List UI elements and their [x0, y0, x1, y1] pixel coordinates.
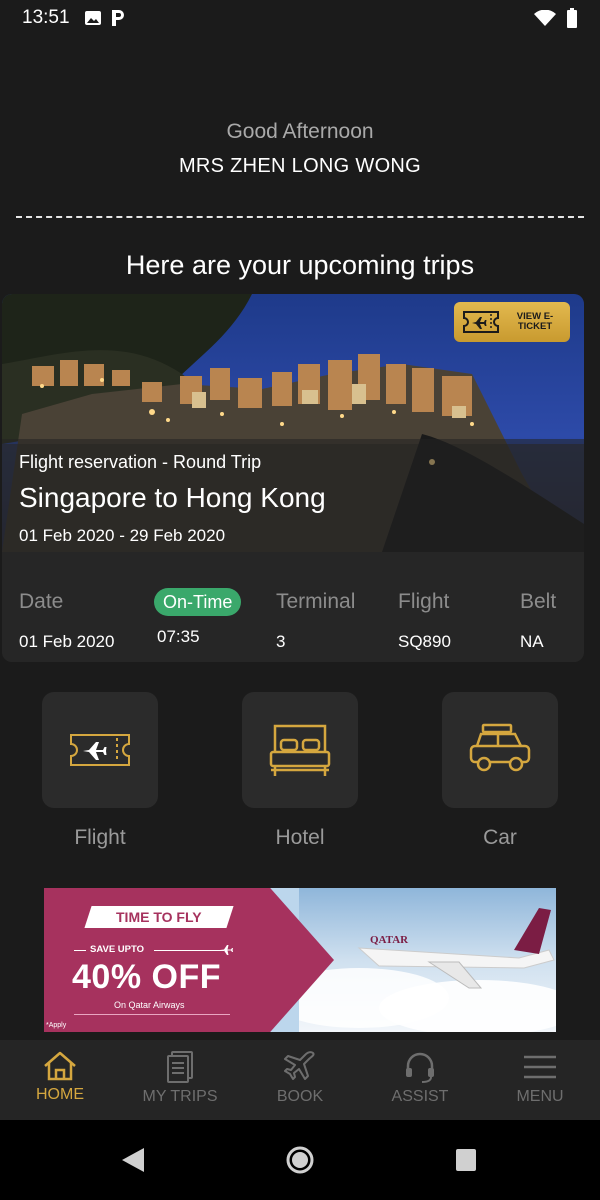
- belt-label: Belt: [520, 590, 557, 613]
- back-icon[interactable]: [120, 1146, 146, 1174]
- nav-assist[interactable]: ASSIST: [360, 1040, 480, 1120]
- nav-menu-label: MENU: [516, 1088, 564, 1105]
- status-bar: 13:51: [0, 0, 600, 36]
- promo-tag: TIME TO FLY: [84, 906, 234, 928]
- image-icon: [84, 11, 101, 25]
- status-time: 13:51: [22, 7, 70, 28]
- system-nav-bar: [0, 1120, 600, 1200]
- view-eticket-label: VIEW E-TICKET: [516, 311, 554, 332]
- nav-home[interactable]: HOME: [0, 1040, 120, 1120]
- bottom-nav: HOME MY TRIPS BOOK ASSIST MENU: [0, 1040, 600, 1120]
- trip-type: Flight reservation - Round Trip: [19, 452, 262, 472]
- view-eticket-button[interactable]: VIEW E-TICKET: [454, 302, 570, 342]
- headset-icon: [406, 1052, 434, 1083]
- nav-my-trips-label: MY TRIPS: [142, 1088, 218, 1105]
- parking-icon: [111, 10, 124, 26]
- car-icon: [469, 723, 531, 772]
- bed-icon: [269, 724, 331, 776]
- service-car-label: Car: [483, 826, 517, 849]
- promo-apply: *Apply: [46, 1022, 67, 1029]
- trip-card[interactable]: Flight reservation - Round Trip Singapor…: [2, 294, 584, 662]
- service-hotel-tile[interactable]: [242, 692, 358, 808]
- service-car[interactable]: Car: [442, 692, 558, 850]
- documents-icon: [167, 1051, 193, 1083]
- promo-line: [74, 1014, 230, 1015]
- date-value: 01 Feb 2020: [19, 632, 115, 651]
- plane-icon: [284, 1051, 315, 1080]
- service-flight-label: Flight: [74, 826, 126, 849]
- terminal-value: 3: [276, 632, 286, 651]
- trip-hero-image: Flight reservation - Round Trip Singapor…: [2, 294, 584, 552]
- terminal-label: Terminal: [276, 590, 356, 613]
- service-car-tile[interactable]: [442, 692, 558, 808]
- ticket-plane-icon: [70, 734, 130, 766]
- service-flight[interactable]: Flight: [42, 692, 158, 850]
- home-circle-icon[interactable]: [286, 1146, 314, 1174]
- dashed-divider: [16, 216, 584, 218]
- airplane-clouds-image: [299, 888, 556, 1032]
- recents-icon[interactable]: [454, 1146, 478, 1174]
- airline-livery: QATAR: [370, 934, 409, 946]
- menu-icon: [524, 1055, 556, 1079]
- promo-banner[interactable]: QATAR TIME TO FLY SAVE UPTO 40% OFF On Q…: [44, 888, 556, 1032]
- service-hotel-label: Hotel: [275, 826, 325, 849]
- nav-book-label: BOOK: [276, 1088, 324, 1105]
- time-value: 07:35: [157, 627, 200, 646]
- trip-info: Date 01 Feb 2020 On-Time 07:35 Terminal …: [2, 552, 584, 662]
- battery-icon: [567, 8, 577, 28]
- status-badge: On-Time: [154, 588, 242, 616]
- promo-tag-text: TIME TO FLY: [116, 909, 202, 925]
- home-icon: [44, 1051, 76, 1081]
- nav-home-label: HOME: [36, 1086, 84, 1103]
- plane-icon: [220, 945, 233, 955]
- trip-dates: 01 Feb 2020 - 29 Feb 2020: [19, 526, 226, 545]
- belt-value: NA: [520, 632, 544, 651]
- nav-book[interactable]: BOOK: [240, 1040, 360, 1120]
- user-name: MRS ZHEN LONG WONG: [178, 155, 422, 177]
- nav-my-trips[interactable]: MY TRIPS: [120, 1040, 240, 1120]
- nav-menu[interactable]: MENU: [480, 1040, 600, 1120]
- promo-offer: 40% OFF: [72, 958, 221, 996]
- promo-line: [154, 950, 224, 951]
- service-flight-tile[interactable]: [42, 692, 158, 808]
- greeting-text: Good Afternoon: [226, 120, 374, 143]
- promo-line: [74, 950, 86, 951]
- service-hotel[interactable]: Hotel: [242, 692, 358, 850]
- nav-assist-label: ASSIST: [391, 1088, 449, 1105]
- flight-value: SQ890: [398, 632, 451, 651]
- flight-label: Flight: [398, 590, 450, 613]
- date-label: Date: [19, 590, 64, 613]
- ticket-plane-icon: [463, 311, 499, 333]
- trip-route: Singapore to Hong Kong: [19, 482, 326, 513]
- section-title: Here are your upcoming trips: [125, 250, 475, 280]
- promo-airline-line: On Qatar Airways: [114, 1000, 185, 1010]
- promo-save-text: SAVE UPTO: [90, 944, 145, 955]
- wifi-icon: [534, 10, 556, 26]
